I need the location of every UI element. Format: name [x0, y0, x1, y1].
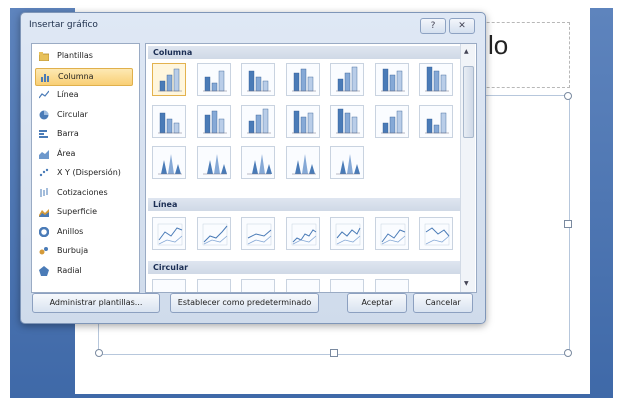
column-chart-icon — [40, 72, 50, 82]
column-chart-type-17[interactable] — [241, 146, 275, 179]
slide-title-text: lo — [488, 30, 509, 60]
scroll-up-icon[interactable]: ▲ — [464, 48, 469, 55]
column-chart-type-7[interactable] — [419, 63, 453, 96]
category-label: Barra — [57, 129, 79, 138]
category-label: Área — [57, 148, 76, 158]
column-chart-type-18[interactable] — [285, 146, 320, 179]
category-label: X Y (Dispersión) — [57, 168, 121, 177]
radar-chart-icon — [39, 265, 49, 276]
category-item-11[interactable]: Radial — [35, 263, 135, 279]
line-chart-icon — [38, 90, 50, 100]
gallery-scrollbar[interactable]: ▲ ▼ — [460, 44, 475, 292]
category-label: Anillos — [57, 226, 84, 236]
scroll-down-icon[interactable]: ▼ — [464, 280, 469, 287]
bar-chart-icon — [39, 129, 49, 139]
pie-chart-type-3[interactable] — [241, 279, 275, 292]
column-chart-type-19[interactable] — [330, 146, 364, 179]
resize-handle-bottom-left[interactable] — [95, 349, 103, 357]
category-item-10[interactable]: Burbuja — [35, 243, 135, 259]
resize-handle-top-right[interactable] — [564, 92, 572, 100]
close-button[interactable]: ✕ — [449, 18, 475, 34]
column-chart-type-3[interactable] — [241, 63, 275, 96]
column-chart-type-8[interactable] — [152, 105, 186, 138]
column-chart-type-14[interactable] — [419, 105, 453, 138]
column-chart-type-16[interactable] — [196, 146, 231, 179]
help-button[interactable]: ? — [420, 18, 446, 34]
scatter-chart-icon — [39, 168, 49, 178]
category-item-4[interactable]: Barra — [35, 126, 135, 142]
chart-category-list: Plantillas Columna Línea Circular Barra Área X… — [31, 43, 140, 293]
bubble-chart-icon — [39, 246, 49, 256]
line-chart-type-5[interactable] — [330, 217, 364, 250]
category-label: Plantillas — [57, 51, 93, 60]
category-item-0[interactable]: Plantillas — [35, 48, 135, 64]
column-chart-type-15[interactable] — [152, 146, 186, 179]
category-item-2[interactable]: Línea — [35, 87, 135, 103]
category-label: Superficie — [57, 207, 98, 216]
line-chart-type-6[interactable] — [374, 217, 409, 250]
ok-button[interactable]: Aceptar — [347, 293, 407, 313]
resize-handle-right[interactable] — [564, 220, 572, 228]
category-label: Circular — [57, 109, 88, 119]
column-chart-type-1[interactable] — [152, 63, 186, 96]
pie-chart-type-6[interactable] — [374, 279, 409, 292]
category-item-7[interactable]: Cotizaciones — [35, 185, 135, 201]
manage-templates-button[interactable]: Administrar plantillas... — [32, 293, 160, 313]
doughnut-chart-icon — [38, 226, 50, 237]
column-chart-type-11[interactable] — [285, 105, 320, 138]
scrollbar-thumb[interactable] — [463, 66, 474, 138]
category-label: Burbuja — [57, 246, 89, 255]
resize-handle-bottom-right[interactable] — [564, 349, 572, 357]
category-item-5[interactable]: Área — [35, 146, 135, 162]
line-chart-type-4[interactable] — [285, 217, 320, 250]
pie-chart-type-2[interactable] — [196, 279, 231, 292]
category-label: Línea — [57, 90, 79, 99]
column-chart-type-12[interactable] — [330, 105, 364, 138]
pie-chart-type-5[interactable] — [330, 279, 364, 292]
line-chart-type-3[interactable] — [241, 217, 275, 250]
pie-chart-type-4[interactable] — [285, 279, 320, 292]
chart-gallery: Columna Línea Circular ▲ ▼ — [145, 43, 477, 293]
column-chart-type-4[interactable] — [285, 63, 320, 96]
category-item-3[interactable]: Circular — [35, 107, 135, 123]
line-chart-type-7[interactable] — [419, 217, 453, 250]
column-chart-type-2[interactable] — [196, 63, 231, 96]
category-label: Radial — [57, 265, 82, 275]
column-chart-type-5[interactable] — [330, 63, 364, 96]
line-chart-type-1[interactable] — [152, 217, 186, 250]
surface-chart-icon — [39, 207, 49, 217]
section-header-line: Línea — [148, 198, 461, 211]
category-item-9[interactable]: Anillos — [35, 224, 135, 240]
cancel-button[interactable]: Cancelar — [413, 293, 473, 313]
section-header-column: Columna — [148, 46, 461, 59]
category-item-1[interactable]: Columna — [35, 67, 133, 86]
insert-chart-dialog: Insertar gráfico ? ✕ Plantillas Columna Lí… — [20, 12, 486, 324]
column-chart-type-13[interactable] — [374, 105, 409, 138]
pie-chart-type-1[interactable] — [152, 279, 186, 292]
column-chart-type-6[interactable] — [374, 63, 409, 96]
category-item-6[interactable]: X Y (Dispersión) — [35, 165, 135, 181]
stock-chart-icon — [39, 187, 49, 198]
dialog-title: Insertar gráfico — [29, 20, 98, 30]
set-default-button[interactable]: Establecer como predeterminado — [170, 293, 319, 313]
folder-icon — [38, 51, 50, 62]
section-header-pie: Circular — [148, 261, 461, 274]
column-chart-type-10[interactable] — [241, 105, 275, 138]
line-chart-type-2[interactable] — [196, 217, 231, 250]
resize-handle-bottom[interactable] — [330, 349, 338, 357]
category-item-8[interactable]: Superficie — [35, 204, 135, 220]
category-label: Cotizaciones — [57, 187, 108, 197]
category-label: Columna — [58, 71, 94, 81]
help-icon: ? — [430, 21, 436, 31]
pie-chart-icon — [39, 110, 49, 120]
column-chart-type-9[interactable] — [196, 105, 231, 138]
area-chart-icon — [39, 149, 49, 159]
close-icon: ✕ — [458, 21, 466, 31]
